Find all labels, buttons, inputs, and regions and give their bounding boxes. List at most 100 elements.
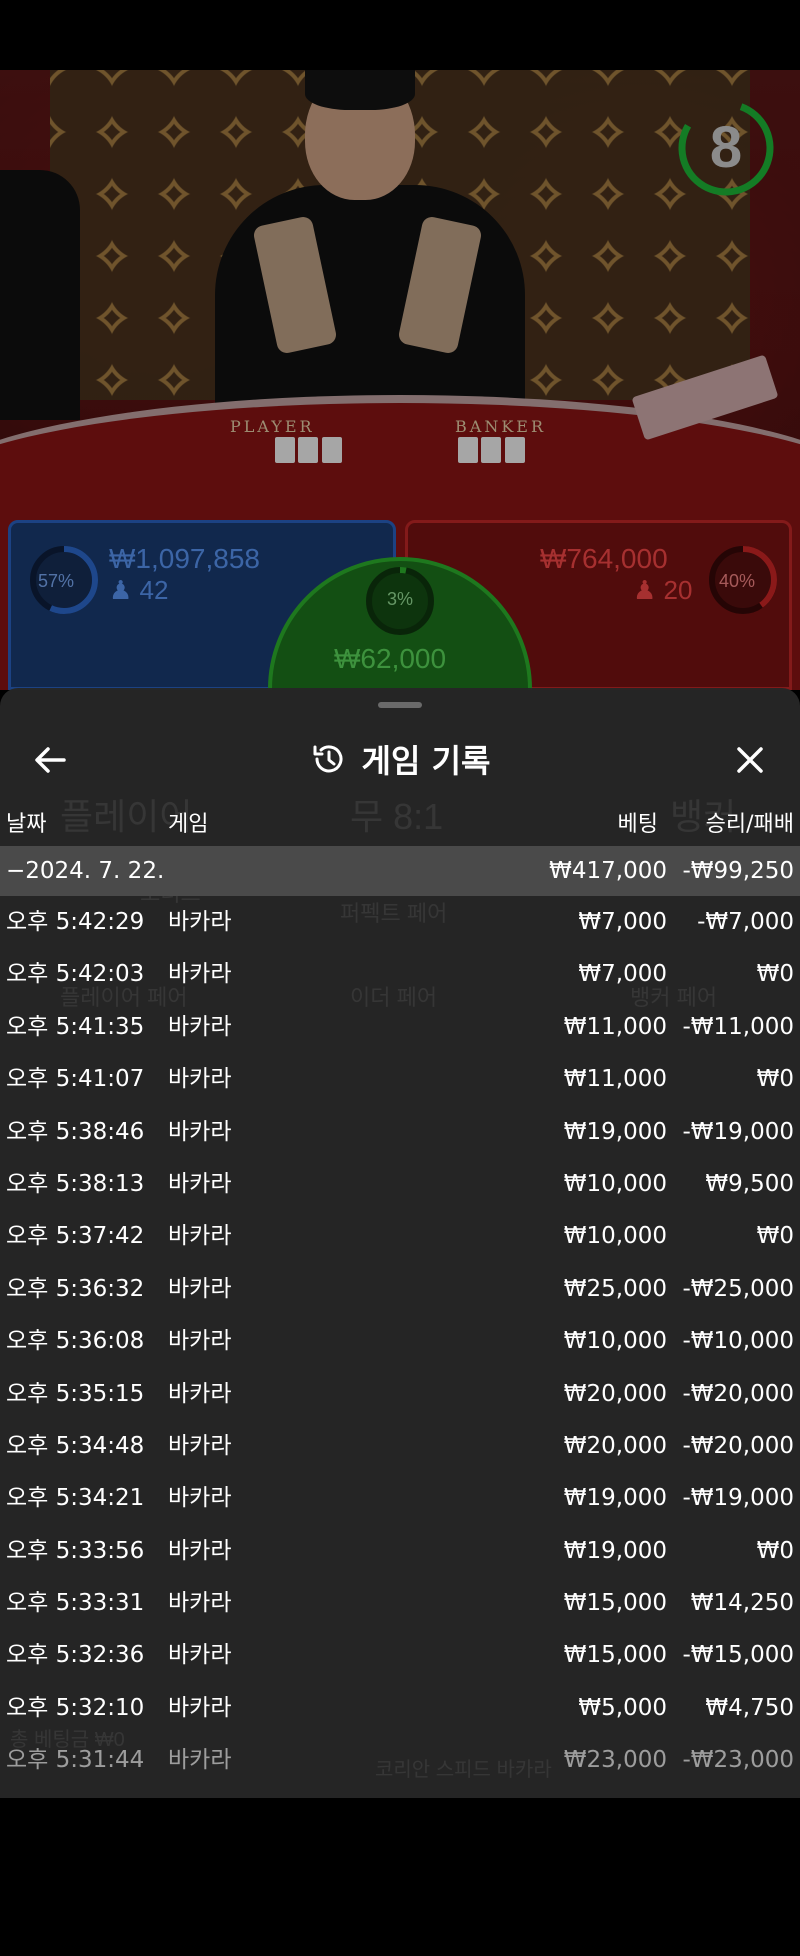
row-bet: ₩7,000 [578, 909, 667, 935]
history-icon [313, 745, 343, 773]
row-time: 오후 5:33:31 [6, 1590, 145, 1617]
row-bet: ₩11,000 [563, 1013, 667, 1040]
row-time: 오후 5:31:44 [6, 1747, 145, 1774]
row-bet: ₩19,000 [563, 1118, 667, 1145]
row-result: ₩0 [756, 1066, 794, 1093]
close-button[interactable] [728, 738, 772, 782]
sheet-drag-handle[interactable] [378, 702, 422, 708]
date-group-row[interactable]: −2024. 7. 22. ₩417,000 -₩99,250 [0, 846, 800, 896]
row-bet: ₩10,000 [563, 1223, 667, 1250]
row-game: 바카라 [168, 909, 232, 935]
row-bet: ₩20,000 [563, 1380, 667, 1407]
history-row[interactable]: 오후 5:38:13 바카라 ₩10,000 ₩9,500 [0, 1158, 800, 1210]
history-row[interactable]: 오후 5:42:03 바카라 ₩7,000 ₩0 [0, 948, 800, 1000]
row-result: -₩20,000 [682, 1380, 794, 1407]
history-row[interactable]: 오후 5:36:32 바카라 ₩25,000 -₩25,000 [0, 1263, 800, 1315]
row-result: ₩14,250 [690, 1590, 794, 1617]
history-table-header: 날짜 게임 베팅 승리/패배 [0, 806, 800, 846]
row-bet: ₩20,000 [563, 1432, 667, 1459]
row-game: 바카라 [168, 1485, 232, 1512]
row-result: -₩19,000 [682, 1118, 794, 1145]
row-result: -₩7,000 [697, 909, 794, 935]
column-header-bet: 베팅 [617, 812, 658, 837]
row-game: 바카라 [168, 1223, 232, 1250]
row-result: ₩0 [756, 1537, 794, 1564]
row-time: 오후 5:41:07 [6, 1066, 145, 1093]
row-game: 바카라 [168, 1537, 232, 1564]
row-game: 바카라 [168, 1590, 232, 1617]
history-row[interactable]: 오후 5:37:42 바카라 ₩10,000 ₩0 [0, 1210, 800, 1262]
row-result: -₩15,000 [682, 1642, 794, 1669]
row-time: 오후 5:42:29 [6, 909, 145, 935]
column-header-result: 승리/패배 [705, 812, 794, 837]
row-time: 오후 5:34:48 [6, 1432, 145, 1459]
row-result: -₩20,000 [682, 1432, 794, 1459]
row-time: 오후 5:36:32 [6, 1275, 145, 1302]
row-result: ₩9,500 [705, 1170, 794, 1197]
history-row[interactable]: 오후 5:32:10 바카라 ₩5,000 ₩4,750 [0, 1682, 800, 1734]
row-game: 바카라 [168, 1118, 232, 1145]
row-bet: ₩19,000 [563, 1537, 667, 1564]
row-game: 바카라 [168, 1642, 232, 1669]
history-row[interactable]: 오후 5:38:46 바카라 ₩19,000 -₩19,000 [0, 1106, 800, 1158]
row-game: 바카라 [168, 1066, 232, 1093]
history-row[interactable]: 오후 5:36:08 바카라 ₩10,000 -₩10,000 [0, 1315, 800, 1367]
sheet-title: 게임 기록 [361, 742, 491, 780]
row-time: 오후 5:38:13 [6, 1170, 145, 1197]
row-result: -₩19,000 [682, 1485, 794, 1512]
row-game: 바카라 [168, 1432, 232, 1459]
row-time: 오후 5:41:35 [6, 1013, 145, 1040]
row-result: ₩0 [756, 1223, 794, 1250]
row-result: ₩0 [756, 961, 794, 988]
row-bet: ₩15,000 [563, 1642, 667, 1669]
row-result: -₩23,000 [682, 1747, 794, 1774]
row-time: 오후 5:35:15 [6, 1380, 145, 1407]
row-result: -₩11,000 [682, 1013, 794, 1040]
history-row[interactable]: 오후 5:34:21 바카라 ₩19,000 -₩19,000 [0, 1472, 800, 1524]
column-header-game: 게임 [168, 812, 209, 837]
row-bet: ₩7,000 [578, 961, 667, 988]
history-row[interactable]: 오후 5:31:44 바카라 ₩23,000 -₩23,000 [0, 1734, 800, 1786]
history-row[interactable]: 오후 5:41:35 바카라 ₩11,000 -₩11,000 [0, 1001, 800, 1053]
row-time: 오후 5:32:36 [6, 1642, 145, 1669]
modal-dim-overlay [0, 70, 800, 690]
row-bet: ₩15,000 [563, 1590, 667, 1617]
history-row[interactable]: 오후 5:35:15 바카라 ₩20,000 -₩20,000 [0, 1368, 800, 1420]
row-bet: ₩11,000 [563, 1066, 667, 1093]
row-game: 바카라 [168, 1275, 232, 1302]
row-bet: ₩23,000 [563, 1747, 667, 1774]
sheet-header: 게임 기록 [0, 736, 800, 782]
row-bet: ₩10,000 [563, 1170, 667, 1197]
history-row[interactable]: 오후 5:33:31 바카라 ₩15,000 ₩14,250 [0, 1577, 800, 1629]
history-row[interactable]: 오후 5:41:07 바카라 ₩11,000 ₩0 [0, 1053, 800, 1105]
row-bet: ₩25,000 [563, 1275, 667, 1302]
history-row[interactable]: 오후 5:42:29 바카라 ₩7,000 -₩7,000 [0, 896, 800, 948]
row-time: 오후 5:42:03 [6, 961, 145, 988]
row-game: 바카라 [168, 1328, 232, 1355]
row-game: 바카라 [168, 1380, 232, 1407]
date-group-bet-total: ₩417,000 [549, 858, 667, 884]
row-result: ₩4,750 [705, 1694, 794, 1721]
column-header-date: 날짜 [6, 812, 47, 837]
row-time: 오후 5:32:10 [6, 1694, 145, 1721]
history-rows: 오후 5:42:29 바카라 ₩7,000 -₩7,000 오후 5:42:03 바카라 ₩… [0, 896, 800, 1787]
row-bet: ₩5,000 [578, 1694, 667, 1721]
history-row[interactable]: 오후 5:32:36 바카라 ₩15,000 -₩15,000 [0, 1629, 800, 1681]
row-bet: ₩19,000 [563, 1485, 667, 1512]
history-row[interactable]: 오후 5:33:56 바카라 ₩19,000 ₩0 [0, 1525, 800, 1577]
row-game: 바카라 [168, 1747, 232, 1774]
live-game-view: PLAYER BANKER 8 57% ₩1,097,858 ♟ 42 40% … [0, 70, 800, 690]
close-icon [737, 747, 763, 773]
row-game: 바카라 [168, 1170, 232, 1197]
row-time: 오후 5:34:21 [6, 1485, 145, 1512]
row-game: 바카라 [168, 961, 232, 988]
game-history-sheet: 플레이어 무 8:1 뱅커 보너스 퍼펙트 페어 플레이어 페어 이더 페어 뱅… [0, 688, 800, 1798]
history-row[interactable]: 오후 5:34:48 바카라 ₩20,000 -₩20,000 [0, 1420, 800, 1472]
row-result: -₩25,000 [682, 1275, 794, 1302]
row-bet: ₩10,000 [563, 1328, 667, 1355]
row-time: 오후 5:37:42 [6, 1223, 145, 1250]
row-time: 오후 5:33:56 [6, 1537, 145, 1564]
row-game: 바카라 [168, 1694, 232, 1721]
date-group-label: −2024. 7. 22. [6, 858, 165, 884]
row-game: 바카라 [168, 1013, 232, 1040]
